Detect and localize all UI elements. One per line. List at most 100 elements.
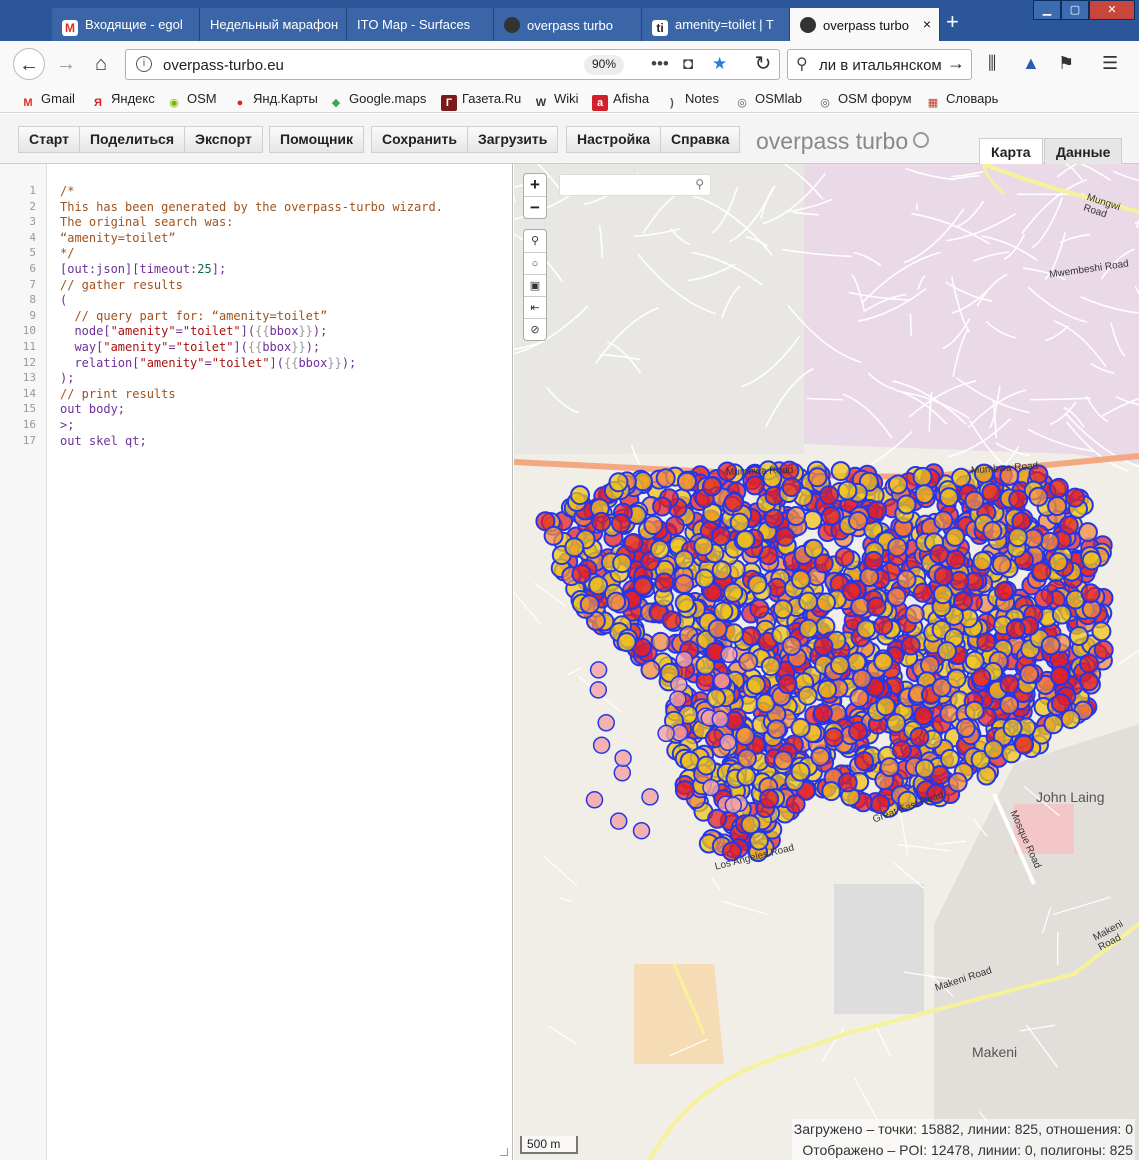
toilet-marker[interactable]: [1014, 734, 1035, 755]
search-input[interactable]: ли в итальянском: [819, 57, 944, 74]
toilet-marker[interactable]: [854, 751, 875, 772]
toilet-marker[interactable]: [909, 726, 930, 747]
toilet-marker[interactable]: [711, 560, 732, 581]
toilet-marker[interactable]: [913, 705, 934, 726]
toilet-marker[interactable]: [707, 619, 728, 639]
toilet-marker[interactable]: [873, 615, 894, 636]
toilet-marker[interactable]: [900, 635, 921, 656]
toilet-marker[interactable]: [933, 566, 954, 587]
toilet-marker[interactable]: [972, 551, 993, 572]
map-search-input[interactable]: ⚲: [559, 174, 711, 196]
close-window-icon[interactable]: ✕: [1089, 0, 1135, 20]
toilet-marker[interactable]: [1093, 639, 1114, 660]
toilet-marker[interactable]: [723, 582, 744, 603]
toilet-marker[interactable]: [674, 592, 695, 613]
toilet-marker[interactable]: [641, 788, 659, 806]
toilet-marker[interactable]: [674, 574, 695, 595]
toilet-marker[interactable]: [863, 550, 884, 571]
toilet-marker[interactable]: [736, 766, 757, 787]
toilet-marker[interactable]: [886, 586, 907, 607]
toilet-marker[interactable]: [887, 537, 908, 558]
toilet-marker[interactable]: [1050, 666, 1070, 686]
toilet-marker[interactable]: [829, 655, 850, 676]
toilet-marker[interactable]: [606, 591, 627, 612]
toilet-marker[interactable]: [713, 601, 734, 622]
menu-hamburger-icon[interactable]: ☰: [1102, 53, 1118, 74]
toilet-marker[interactable]: [1078, 671, 1099, 692]
toilet-marker[interactable]: [812, 703, 833, 724]
toilet-marker[interactable]: [747, 574, 768, 595]
toilet-marker[interactable]: [786, 506, 806, 526]
toilet-marker[interactable]: [608, 472, 629, 493]
toilet-marker[interactable]: [1048, 477, 1069, 498]
sync-icon[interactable]: ▲: [1022, 53, 1040, 74]
toilet-marker[interactable]: [1043, 714, 1064, 735]
toilet-marker[interactable]: [914, 484, 935, 505]
bookmark-gazeta[interactable]: Г Газета.Ru: [441, 91, 521, 111]
reload-icon[interactable]: ↻: [747, 48, 779, 80]
toilet-marker[interactable]: [981, 482, 1002, 503]
home-icon[interactable]: ⌂: [85, 48, 117, 80]
url-text[interactable]: overpass-turbo.eu: [163, 57, 284, 74]
code-line[interactable]: [out:json][timeout:25];: [60, 262, 226, 276]
toilet-marker[interactable]: [1079, 653, 1099, 674]
code-line[interactable]: node["amenity"="toilet"]({{bbox}});: [60, 324, 327, 338]
save-button[interactable]: Сохранить: [371, 126, 468, 153]
toilet-marker[interactable]: [735, 726, 756, 746]
tab-map[interactable]: Карта: [979, 138, 1043, 164]
toilet-marker[interactable]: [964, 490, 985, 511]
toilet-marker[interactable]: [744, 475, 765, 496]
toilet-marker[interactable]: [851, 668, 872, 689]
toilet-marker[interactable]: [749, 830, 769, 851]
toilet-marker[interactable]: [749, 598, 770, 619]
code-line[interactable]: >;: [60, 418, 74, 432]
export-button[interactable]: Экспорт: [185, 126, 263, 153]
toilet-marker[interactable]: [841, 581, 862, 602]
toilet-marker[interactable]: [939, 748, 960, 769]
toilet-marker[interactable]: [1051, 604, 1072, 625]
toilet-marker[interactable]: [837, 772, 858, 793]
toilet-marker[interactable]: [866, 596, 887, 617]
toilet-marker[interactable]: [849, 687, 870, 708]
code-line[interactable]: The original search was:: [60, 215, 233, 229]
toilet-marker[interactable]: [738, 651, 759, 672]
bookmark-osm-forum[interactable]: ◎ OSM форум: [817, 91, 911, 111]
toilet-marker[interactable]: [887, 474, 908, 495]
start-button[interactable]: Старт: [18, 126, 80, 153]
toilet-marker[interactable]: [724, 796, 743, 815]
toilet-marker[interactable]: [649, 539, 670, 560]
toilet-marker[interactable]: [991, 554, 1012, 575]
toilet-marker[interactable]: [976, 632, 997, 653]
toilet-marker[interactable]: [999, 674, 1020, 695]
toilet-marker[interactable]: [724, 623, 744, 644]
toilet-marker[interactable]: [983, 739, 1004, 760]
toilet-marker[interactable]: [1040, 635, 1061, 656]
search-location-icon[interactable]: ⚲: [524, 230, 546, 252]
toilet-marker[interactable]: [1047, 496, 1068, 517]
toilet-marker[interactable]: [735, 529, 756, 550]
toilet-marker[interactable]: [848, 721, 869, 742]
toilet-marker[interactable]: [781, 635, 802, 656]
toilet-marker[interactable]: [964, 650, 985, 671]
toilet-marker[interactable]: [696, 755, 717, 776]
bookmark-afisha[interactable]: a Afisha: [592, 91, 649, 111]
toilet-marker[interactable]: [912, 582, 933, 603]
toilet-marker[interactable]: [664, 515, 685, 536]
new-tab-button[interactable]: +: [946, 9, 959, 35]
toilet-marker[interactable]: [834, 547, 855, 567]
toilet-marker[interactable]: [670, 675, 688, 694]
toilet-marker[interactable]: [1060, 709, 1081, 730]
toilet-marker[interactable]: [879, 757, 900, 778]
toilet-marker[interactable]: [886, 713, 907, 734]
tab-ito-map[interactable]: ITO Map - Surfaces: [347, 8, 494, 41]
toilet-marker[interactable]: [612, 553, 633, 574]
toilet-marker[interactable]: [1007, 527, 1028, 548]
tab-overpass-turbo[interactable]: overpass turbo: [494, 8, 642, 41]
toilet-marker[interactable]: [585, 791, 604, 809]
bookmark-osm[interactable]: ◉ OSM: [166, 91, 216, 111]
toilet-marker[interactable]: [1005, 619, 1026, 640]
toilet-marker[interactable]: [589, 661, 608, 679]
zoom-in-button[interactable]: +: [524, 174, 546, 196]
toilet-marker[interactable]: [632, 821, 651, 840]
toilet-marker[interactable]: [674, 780, 695, 801]
